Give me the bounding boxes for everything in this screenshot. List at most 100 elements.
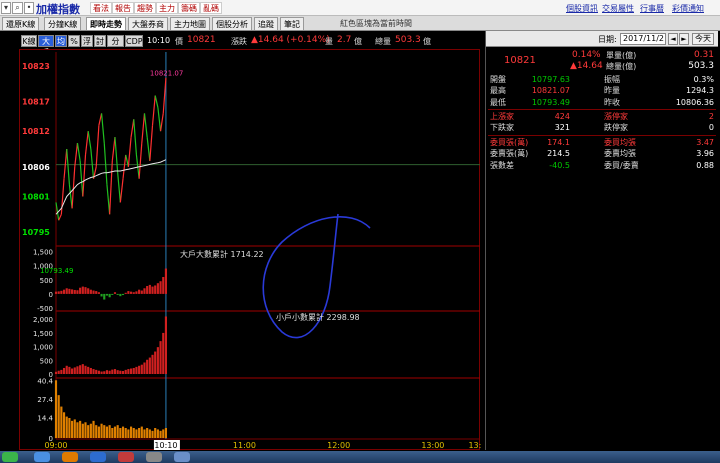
small-investor-bar [62, 367, 66, 374]
big-investor-button[interactable]: 大戶 [38, 35, 54, 57]
big-investor-bar [143, 288, 146, 294]
small-investor-bar [162, 332, 165, 374]
price-segment [58, 214, 62, 221]
volume-bar [105, 426, 109, 438]
link-calendar[interactable]: 行事曆 [640, 3, 664, 14]
menu-button-main[interactable]: 主力 [156, 2, 178, 14]
menu-button-trend[interactable]: 趨勢 [134, 2, 156, 14]
volume-bar [65, 416, 68, 438]
quote-grid-price: 開盤 10797.63 振幅 0.3% 最高 10821.07 昨量 1294.… [488, 74, 716, 108]
link-trade-attr[interactable]: 交易屬性 [602, 3, 634, 14]
big-investor-bar [129, 291, 133, 294]
menu-button-view[interactable]: 看法 [90, 2, 112, 14]
menu-button-report[interactable]: 報告 [112, 2, 134, 14]
small-investor-bar [71, 368, 74, 374]
browser-icon[interactable] [34, 452, 50, 462]
row-bid: 委買張(萬) 174.1 委買均張 3.47 [490, 138, 714, 147]
small-investor-bar [111, 369, 114, 374]
start-icon[interactable] [2, 452, 18, 462]
volume-bar [143, 429, 146, 438]
today-button[interactable]: 今天 [692, 33, 714, 45]
big-investor-bar [140, 290, 143, 294]
link-stock-info[interactable]: 個股資訊 [566, 3, 598, 14]
unit-volume-value: 0.31 [693, 50, 714, 60]
kline-button[interactable]: K線 [21, 35, 37, 47]
price-segment [154, 95, 159, 108]
big-investor-bar [62, 289, 66, 294]
tab-realtime[interactable]: 即時走勢 [86, 17, 126, 30]
volume-bar [162, 429, 165, 438]
tab-restored-kline[interactable]: 還原K線 [2, 17, 40, 30]
volume-bar [138, 428, 141, 438]
price-segment [119, 178, 124, 203]
small-investor-bar [84, 365, 87, 374]
dropdown-icon[interactable]: ▾ [1, 2, 11, 14]
big-investor-bar [105, 293, 109, 296]
small-investor-bar [81, 364, 84, 374]
volume-bar [62, 412, 66, 438]
percent-button[interactable]: % [68, 35, 80, 47]
tab-track[interactable]: 追蹤 [254, 17, 278, 30]
small-investor-bar [108, 370, 111, 374]
big-investor-bar [89, 289, 92, 294]
date-picker[interactable]: 2017/11/2 [620, 33, 666, 45]
float-button[interactable]: 浮 [81, 35, 93, 47]
big-investor-bar [65, 288, 68, 294]
small-investor-bar [140, 364, 143, 374]
volume-bar [140, 426, 143, 438]
tab-minute-kline[interactable]: 分鐘K線 [44, 17, 82, 30]
volume-bar [129, 426, 133, 438]
volume-bar [119, 428, 122, 438]
cdp-button[interactable]: CDP [125, 35, 143, 47]
tab-main-map[interactable]: 主力地圖 [170, 17, 210, 30]
price-tick-label: 10812 [22, 127, 50, 136]
small-investor-bar [113, 369, 117, 374]
small-investor-bar [143, 362, 146, 374]
volume-bar [151, 430, 154, 438]
prev-day-button[interactable]: ◄ [668, 33, 678, 45]
price-segment [127, 137, 132, 167]
big-investor-bar [124, 292, 127, 294]
total-volume-value: 503.3 [688, 61, 714, 71]
price-segment [133, 119, 138, 155]
intraday-chart[interactable]: 10823 10817 10812 10806 10801 10795 09:00 10:10… [19, 49, 481, 450]
volume-bar [146, 428, 149, 438]
discuss-button[interactable]: 討 [94, 35, 106, 47]
average-button[interactable]: 均 [55, 35, 67, 47]
big-investor-bar [73, 289, 76, 294]
small-tick-label: 1,000 [33, 344, 53, 352]
volume-bar [71, 420, 74, 438]
price-segment [103, 143, 108, 185]
quote-grid-orders: 委買張(萬) 174.1 委買均張 3.47 委賣張(萬) 214.5 委賣均張… [488, 137, 716, 171]
small-investor-label: 小戶小數累計 2298.98 [276, 312, 360, 322]
trading-app-icon[interactable] [118, 452, 134, 462]
search-icon[interactable]: ⌕ [12, 2, 23, 14]
menu-button-code[interactable]: 亂碼 [200, 2, 222, 14]
small-investor-bar [124, 369, 127, 374]
pin-icon[interactable]: • [24, 2, 34, 14]
table-button[interactable]: 分表 [107, 35, 124, 57]
window-icon[interactable] [146, 452, 162, 462]
big-investor-bar [92, 290, 95, 294]
window-icon[interactable] [174, 452, 190, 462]
price-segment [114, 137, 119, 173]
tab-broker[interactable]: 大盤券商 [128, 17, 168, 30]
big-investor-bar [119, 293, 122, 297]
app-icon[interactable] [62, 452, 78, 462]
tab-analysis[interactable]: 個股分析 [212, 17, 252, 30]
tab-notes[interactable]: 筆記 [280, 17, 304, 30]
link-price-alert[interactable]: 彩價通知 [672, 3, 704, 14]
price-segment [100, 113, 105, 144]
small-investor-bar [60, 369, 63, 374]
next-day-button[interactable]: ► [679, 33, 689, 45]
volume-bar [79, 420, 82, 438]
price-segment [151, 95, 156, 126]
row-diff: 張數差 -40.5 委買/委賣 0.88 [490, 160, 714, 170]
x-tick-label: 11:00 [233, 441, 256, 450]
price-tick-label: 10817 [22, 98, 50, 107]
folder-icon[interactable] [90, 452, 106, 462]
small-investor-bar [156, 347, 159, 374]
menu-button-chips[interactable]: 籌碼 [178, 2, 200, 14]
small-investor-bar [97, 370, 100, 374]
volume-bar [92, 420, 95, 438]
